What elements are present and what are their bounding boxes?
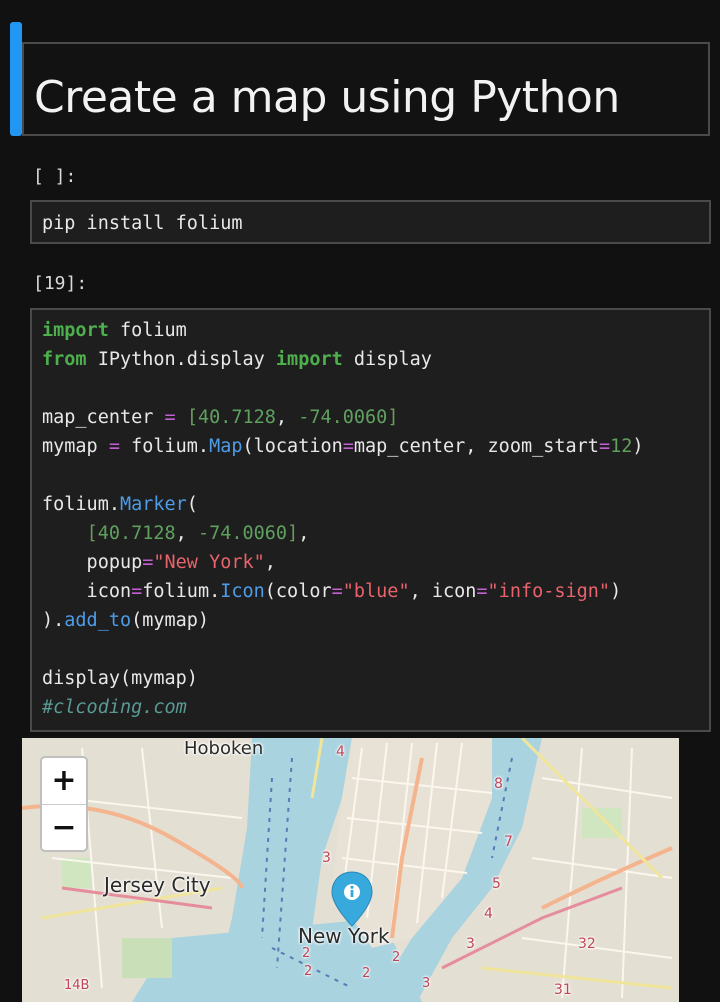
markdown-cell[interactable]: Create a map using Python: [22, 42, 710, 136]
code-line: [40.7128, -74.0060],: [86, 523, 310, 544]
map-label-route: 14B: [64, 978, 90, 993]
map-label-route: 5: [492, 876, 501, 892]
code-line: map_center = [40.7128, -74.0060]: [42, 407, 399, 428]
code-line: display(mymap): [42, 668, 198, 689]
map-label-hoboken: Hoboken: [184, 738, 264, 759]
code-line: pip install folium: [42, 213, 243, 234]
map-label-jersey-city: Jersey City: [104, 873, 211, 897]
map-label-route: 32: [578, 936, 596, 952]
map-label-route: 4: [336, 744, 345, 760]
map-label-route: 2: [304, 964, 313, 979]
code-line: icon=folium.Icon(color="blue", icon="inf…: [42, 581, 622, 602]
map-label-route: 2: [302, 946, 311, 961]
map-label-route: 2: [392, 950, 401, 965]
code-line: ).add_to(mymap): [42, 610, 210, 631]
map-label-route: 3: [322, 850, 331, 866]
map-label-route: 2: [362, 966, 371, 981]
code-cell-install[interactable]: pip install folium: [30, 200, 711, 244]
code-line: from IPython.display import display: [42, 349, 432, 370]
zoom-out-button[interactable]: −: [42, 805, 86, 851]
code-comment: #clcoding.com: [42, 697, 187, 718]
zoom-control: + −: [40, 756, 88, 852]
page-title: Create a map using Python: [34, 72, 620, 123]
map-label-route: 4: [484, 906, 493, 922]
map-label-route: 3: [466, 936, 475, 952]
code-line: folium.Marker(: [42, 494, 198, 515]
map-tiles[interactable]: [22, 738, 679, 1002]
cell-prompt: [19]:: [33, 273, 88, 294]
code-line: mymap = folium.Map(location=map_center, …: [42, 436, 644, 457]
cell-prompt: [ ]:: [33, 166, 77, 187]
map-label-route: 3: [422, 976, 431, 991]
map-output[interactable]: Hoboken Jersey City New York 4 8 7 3 5 4…: [22, 738, 679, 1002]
zoom-in-button[interactable]: +: [42, 758, 86, 804]
map-label-route: 8: [494, 776, 503, 792]
code-cell-map[interactable]: import folium from IPython.display impor…: [30, 308, 711, 732]
map-label-new-york: New York: [298, 924, 390, 948]
code-line: import folium: [42, 320, 187, 341]
active-cell-indicator: [10, 22, 22, 136]
map-label-route: 31: [554, 982, 572, 998]
map-label-route: 7: [504, 834, 513, 850]
code-line: popup="New York",: [42, 552, 276, 573]
